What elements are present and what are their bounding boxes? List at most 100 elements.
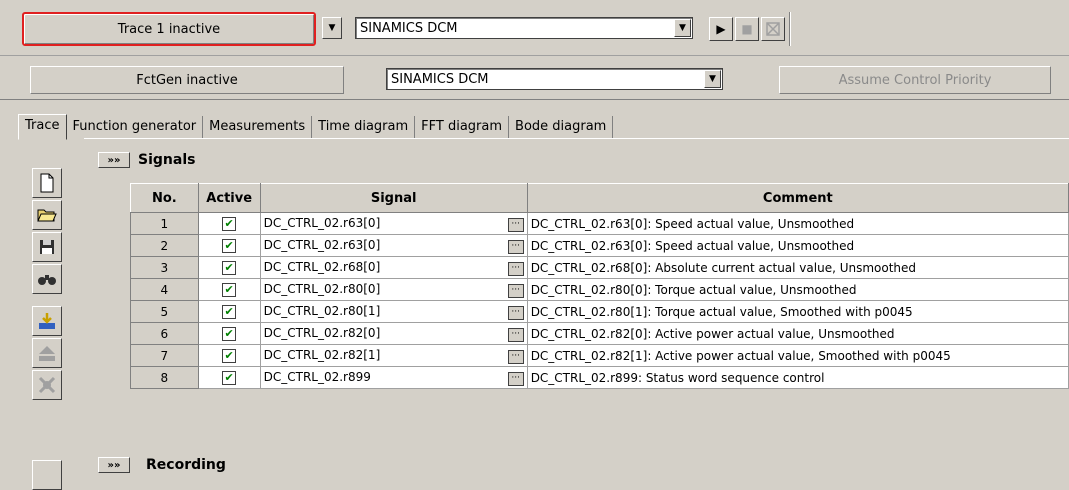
column-header-signal[interactable]: Signal xyxy=(259,183,528,213)
signal-name: DC_CTRL_02.r80[1] xyxy=(263,303,381,318)
browse-signal-button[interactable]: ··· xyxy=(507,239,524,254)
active-cell[interactable]: ✔ xyxy=(197,278,261,301)
browse-signal-button[interactable]: ··· xyxy=(507,327,524,342)
table-row[interactable]: 7 ✔ DC_CTRL_02.r82[1] ··· DC_CTRL_02.r82[1]:… xyxy=(130,344,1069,367)
comment-cell: DC_CTRL_02.r899: Status word sequence co… xyxy=(526,366,1069,389)
column-header-active[interactable]: Active xyxy=(197,183,261,213)
additional-button[interactable] xyxy=(32,460,62,490)
table-row[interactable]: 3 ✔ DC_CTRL_02.r68[0] ··· DC_CTRL_02.r68[0]:… xyxy=(130,256,1069,279)
signal-name: DC_CTRL_02.r899 xyxy=(263,369,371,384)
recording-expand-toggle[interactable]: »» xyxy=(98,457,130,473)
save-button[interactable] xyxy=(32,232,62,262)
tab-bode-diagram[interactable]: Bode diagram xyxy=(509,116,614,138)
chevron-down-icon[interactable]: ▼ xyxy=(704,70,721,88)
table-row[interactable]: 5 ✔ DC_CTRL_02.r80[1] ··· DC_CTRL_02.r80[1]:… xyxy=(130,300,1069,323)
trace-device-select[interactable]: SINAMICS DCM ▼ xyxy=(355,17,693,39)
delete-button[interactable] xyxy=(32,370,62,400)
erase-icon xyxy=(766,22,780,36)
open-folder-icon xyxy=(37,209,57,222)
row-number: 1 xyxy=(130,212,199,235)
table-row[interactable]: 6 ✔ DC_CTRL_02.r82[0] ··· DC_CTRL_02.r82[0]:… xyxy=(130,322,1069,345)
active-checkbox[interactable]: ✔ xyxy=(222,282,237,297)
active-checkbox[interactable]: ✔ xyxy=(222,326,237,341)
signal-cell[interactable]: DC_CTRL_02.r63[0] ··· xyxy=(259,234,528,257)
active-checkbox[interactable]: ✔ xyxy=(222,238,237,253)
table-row[interactable]: 1 ✔ DC_CTRL_02.r63[0] ··· DC_CTRL_02.r63[0]:… xyxy=(130,212,1069,235)
signal-cell[interactable]: DC_CTRL_02.r80[0] ··· xyxy=(259,278,528,301)
recording-section-title: Recording xyxy=(146,457,226,473)
row-number: 6 xyxy=(130,322,199,345)
trace-dropdown-button[interactable]: ▼ xyxy=(322,17,342,39)
signals-expand-toggle[interactable]: »» xyxy=(98,152,130,168)
browse-signal-button[interactable]: ··· xyxy=(507,371,524,386)
table-row[interactable]: 4 ✔ DC_CTRL_02.r80[0] ··· DC_CTRL_02.r80[0]:… xyxy=(130,278,1069,301)
tab-fft-diagram[interactable]: FFT diagram xyxy=(415,116,510,138)
signal-name: DC_CTRL_02.r63[0] xyxy=(263,215,381,230)
signals-table: No. Active Signal Comment 1 ✔ DC_CTRL_02.r… xyxy=(130,183,1069,389)
save-icon xyxy=(40,240,54,254)
signal-cell[interactable]: DC_CTRL_02.r82[0] ··· xyxy=(259,322,528,345)
column-header-no[interactable]: No. xyxy=(130,183,199,213)
row-number: 4 xyxy=(130,278,199,301)
column-header-comment[interactable]: Comment xyxy=(526,183,1069,213)
row-number: 2 xyxy=(130,234,199,257)
signals-section-title: Signals xyxy=(138,152,196,168)
active-checkbox[interactable]: ✔ xyxy=(222,304,237,319)
fctgen-device-select[interactable]: SINAMICS DCM ▼ xyxy=(386,68,723,90)
stop-icon: ■ xyxy=(741,22,753,36)
tab-time-diagram[interactable]: Time diagram xyxy=(312,116,416,138)
signal-cell[interactable]: DC_CTRL_02.r63[0] ··· xyxy=(259,212,528,235)
active-checkbox[interactable]: ✔ xyxy=(222,348,237,363)
tab-bar: Trace Function generator Measurements Ti… xyxy=(18,114,614,140)
row-number: 8 xyxy=(130,366,199,389)
table-row[interactable]: 2 ✔ DC_CTRL_02.r63[0] ··· DC_CTRL_02.r63[0]:… xyxy=(130,234,1069,257)
active-cell[interactable]: ✔ xyxy=(197,256,261,279)
active-cell[interactable]: ✔ xyxy=(197,344,261,367)
tab-measurements[interactable]: Measurements xyxy=(203,116,313,138)
signal-cell[interactable]: DC_CTRL_02.r80[1] ··· xyxy=(259,300,528,323)
browse-signal-button[interactable]: ··· xyxy=(507,283,524,298)
signal-name: DC_CTRL_02.r68[0] xyxy=(263,259,381,274)
new-button[interactable] xyxy=(32,168,62,198)
stop-trace-button[interactable]: ■ xyxy=(735,17,759,41)
trace-device-value: SINAMICS DCM xyxy=(360,20,458,36)
active-checkbox[interactable]: ✔ xyxy=(222,260,237,275)
export-button[interactable] xyxy=(32,338,62,368)
active-cell[interactable]: ✔ xyxy=(197,366,261,389)
open-button[interactable] xyxy=(32,200,62,230)
active-cell[interactable]: ✔ xyxy=(197,300,261,323)
active-cell[interactable]: ✔ xyxy=(197,212,261,235)
tab-divider xyxy=(84,138,1069,139)
start-trace-button[interactable]: ▶ xyxy=(709,17,733,41)
comment-cell: DC_CTRL_02.r82[0]: Active power actual v… xyxy=(526,322,1069,345)
signal-name: DC_CTRL_02.r80[0] xyxy=(263,281,381,296)
trace-status-button[interactable]: Trace 1 inactive xyxy=(22,12,316,46)
import-button[interactable] xyxy=(32,306,62,336)
comment-cell: DC_CTRL_02.r63[0]: Speed actual value, U… xyxy=(526,212,1069,235)
active-checkbox[interactable]: ✔ xyxy=(222,216,237,231)
browse-signal-button[interactable]: ··· xyxy=(507,305,524,320)
assume-control-priority-button[interactable]: Assume Control Priority xyxy=(779,66,1051,94)
fctgen-status-button[interactable]: FctGen inactive xyxy=(30,66,344,94)
find-icon xyxy=(38,275,56,285)
signal-name: DC_CTRL_02.r82[0] xyxy=(263,325,381,340)
tab-function-generator[interactable]: Function generator xyxy=(67,116,204,138)
browse-signal-button[interactable]: ··· xyxy=(507,217,524,232)
active-cell[interactable]: ✔ xyxy=(197,322,261,345)
signal-cell[interactable]: DC_CTRL_02.r68[0] ··· xyxy=(259,256,528,279)
fctgen-device-value: SINAMICS DCM xyxy=(391,71,489,87)
table-row[interactable]: 8 ✔ DC_CTRL_02.r899 ··· DC_CTRL_02.r899: Sta… xyxy=(130,366,1069,389)
active-cell[interactable]: ✔ xyxy=(197,234,261,257)
tab-trace[interactable]: Trace xyxy=(18,114,67,140)
browse-signal-button[interactable]: ··· xyxy=(507,349,524,364)
signal-cell[interactable]: DC_CTRL_02.r899 ··· xyxy=(259,366,528,389)
signal-cell[interactable]: DC_CTRL_02.r82[1] ··· xyxy=(259,344,528,367)
find-button[interactable] xyxy=(32,264,62,294)
import-icon xyxy=(39,313,55,329)
new-file-icon xyxy=(40,173,54,193)
browse-signal-button[interactable]: ··· xyxy=(507,261,524,276)
active-checkbox[interactable]: ✔ xyxy=(222,370,237,385)
expand-icon: »» xyxy=(107,154,121,166)
erase-trace-button[interactable] xyxy=(761,17,785,41)
chevron-down-icon[interactable]: ▼ xyxy=(674,19,691,37)
